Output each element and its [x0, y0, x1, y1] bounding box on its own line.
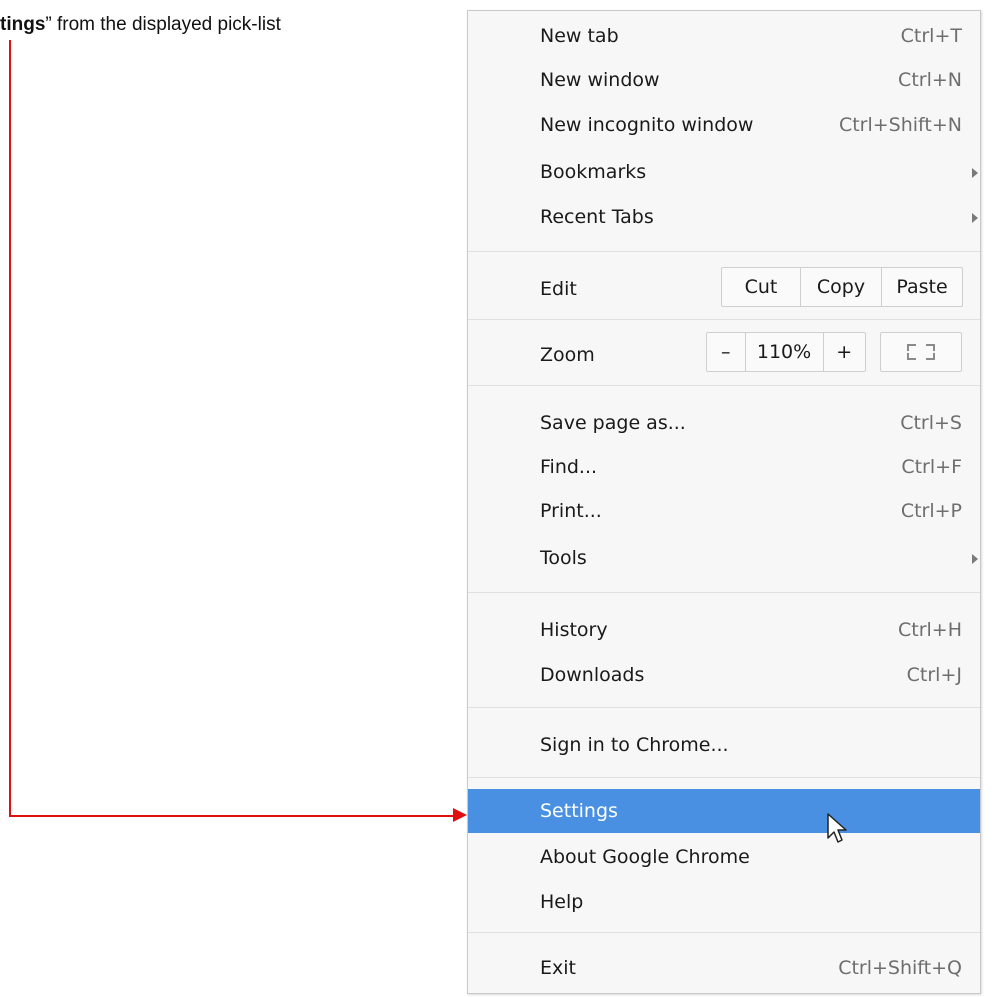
menu-item-history[interactable]: History Ctrl+H: [468, 608, 980, 652]
menu-item-label: About Google Chrome: [540, 846, 750, 868]
menu-separator: [468, 707, 980, 708]
menu-item-shortcut: Ctrl+S: [900, 412, 962, 434]
menu-item-label: Sign in to Chrome...: [540, 734, 729, 756]
menu-item-about[interactable]: About Google Chrome: [468, 835, 980, 879]
menu-separator: [468, 777, 980, 778]
zoom-level: 110%: [744, 333, 823, 371]
paste-button[interactable]: Paste: [881, 268, 962, 306]
menu-item-label: New tab: [540, 25, 619, 47]
menu-item-label: New incognito window: [540, 114, 754, 136]
chrome-menu: New tab Ctrl+T New window Ctrl+N New inc…: [467, 10, 981, 994]
menu-item-shortcut: Ctrl+H: [897, 619, 962, 641]
mouse-cursor-icon: [827, 813, 847, 843]
menu-item-label: Find...: [540, 456, 598, 478]
menu-separator: [468, 319, 980, 320]
menu-item-label: Zoom: [540, 344, 595, 366]
instruction-bold: tings: [0, 14, 46, 35]
submenu-arrow-icon: [972, 213, 978, 223]
menu-item-downloads[interactable]: Downloads Ctrl+J: [468, 653, 980, 697]
zoom-button-group: – 110% +: [706, 332, 866, 372]
copy-button[interactable]: Copy: [800, 268, 881, 306]
menu-item-tools[interactable]: Tools: [468, 536, 980, 580]
fullscreen-icon[interactable]: [880, 332, 962, 372]
menu-item-label: Exit: [540, 957, 576, 979]
menu-item-find[interactable]: Find... Ctrl+F: [468, 445, 980, 489]
menu-item-save-page-as[interactable]: Save page as... Ctrl+S: [468, 401, 980, 445]
menu-item-help[interactable]: Help: [468, 880, 980, 924]
menu-item-label: New window: [540, 69, 660, 91]
menu-item-shortcut: Ctrl+J: [906, 664, 962, 686]
menu-item-shortcut: Ctrl+N: [898, 69, 962, 91]
menu-item-shortcut: Ctrl+F: [901, 456, 962, 478]
menu-separator: [468, 385, 980, 386]
zoom-in-button[interactable]: +: [822, 333, 865, 371]
menu-item-new-incognito-window[interactable]: New incognito window Ctrl+Shift+N: [468, 103, 980, 147]
menu-item-print[interactable]: Print... Ctrl+P: [468, 489, 980, 533]
menu-item-label: Settings: [540, 800, 618, 822]
submenu-arrow-icon: [972, 554, 978, 564]
menu-item-label: Print...: [540, 500, 602, 522]
menu-item-new-window[interactable]: New window Ctrl+N: [468, 58, 980, 102]
menu-item-bookmarks[interactable]: Bookmarks: [468, 150, 980, 194]
menu-item-label: Edit: [540, 278, 577, 300]
cut-button[interactable]: Cut: [722, 268, 800, 306]
menu-item-settings[interactable]: Settings: [468, 789, 980, 833]
menu-item-label: Help: [540, 891, 584, 913]
instruction-suffix: ” from the displayed pick-list: [45, 14, 281, 35]
menu-item-label: Bookmarks: [540, 161, 647, 183]
menu-item-label: Downloads: [540, 664, 645, 686]
menu-separator: [468, 251, 980, 252]
menu-item-shortcut: Ctrl+Shift+N: [838, 114, 962, 136]
submenu-arrow-icon: [972, 168, 978, 178]
menu-item-sign-in[interactable]: Sign in to Chrome...: [468, 723, 980, 767]
annotation-line-vertical: [9, 40, 11, 817]
menu-item-label: History: [540, 619, 608, 641]
instruction-text: tings” from the displayed pick-list: [0, 14, 281, 36]
menu-item-shortcut: Ctrl+P: [900, 500, 962, 522]
menu-item-recent-tabs[interactable]: Recent Tabs: [468, 195, 980, 239]
annotation-line-horizontal: [9, 815, 455, 817]
menu-item-exit[interactable]: Exit Ctrl+Shift+Q: [468, 946, 980, 990]
menu-item-shortcut: Ctrl+Shift+Q: [838, 957, 962, 979]
edit-button-group: Cut Copy Paste: [721, 267, 963, 307]
menu-item-label: Save page as...: [540, 412, 686, 434]
menu-item-new-tab[interactable]: New tab Ctrl+T: [468, 14, 980, 58]
zoom-out-button[interactable]: –: [707, 333, 745, 371]
menu-item-label: Tools: [540, 547, 587, 569]
menu-item-label: Recent Tabs: [540, 206, 654, 228]
menu-item-shortcut: Ctrl+T: [900, 25, 962, 47]
annotation-arrow: [453, 808, 467, 822]
menu-separator: [468, 592, 980, 593]
menu-separator: [468, 932, 980, 933]
